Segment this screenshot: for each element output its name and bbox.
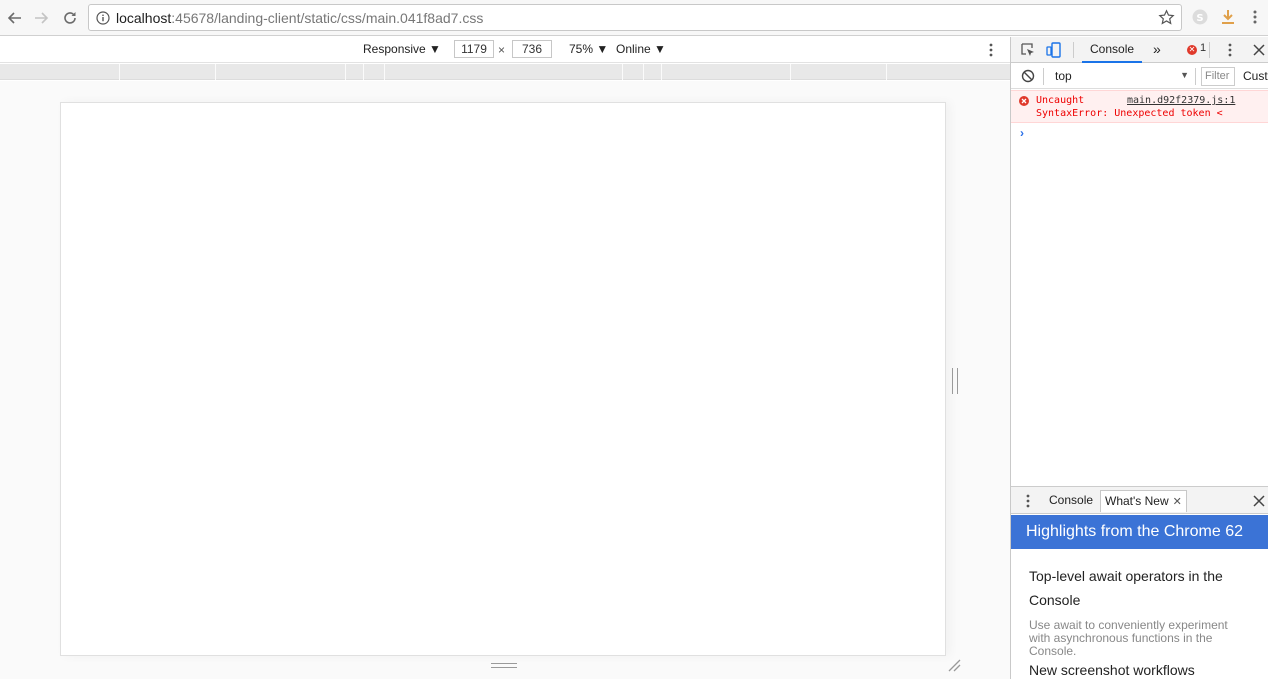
emulated-page[interactable] [60, 102, 946, 656]
context-label: top [1055, 69, 1072, 83]
back-button[interactable] [4, 7, 26, 29]
device-toggle-icon[interactable] [1046, 42, 1062, 58]
drawer-tab-console[interactable]: Console [1045, 490, 1097, 512]
url-host: localhost [116, 10, 172, 26]
info-icon[interactable] [96, 11, 110, 25]
clear-console-icon[interactable] [1021, 69, 1035, 83]
throttle-label: Online [616, 42, 651, 56]
devtools-tabbar: Console » ✕ 1 [1011, 37, 1268, 63]
drawer-menu-icon[interactable] [1024, 493, 1032, 509]
whats-new-banner: Highlights from the Chrome 62 [1011, 515, 1268, 549]
forward-arrow-icon [35, 12, 49, 24]
throttle-dropdown[interactable]: Online ▼ [616, 42, 666, 56]
browser-menu-icon[interactable] [1250, 8, 1260, 26]
drawer-tab-whats-new[interactable]: What's New ✕ [1100, 490, 1187, 512]
url-path: :45678/landing-client/static/css/main.04… [171, 10, 484, 26]
error-text-line1: Uncaught [1036, 95, 1085, 106]
zoom-dropdown[interactable]: 75% ▼ [569, 42, 608, 56]
forward-button[interactable] [30, 7, 52, 29]
zoom-label: 75% [569, 42, 594, 56]
console-filter-input[interactable]: Filter [1201, 67, 1235, 86]
error-count: 1 [1200, 42, 1207, 54]
error-source-link[interactable]: main.d92f2379.js:1 [1127, 95, 1235, 106]
address-bar[interactable]: localhost:45678/landing-client/static/cs… [88, 4, 1182, 31]
close-tab-icon[interactable]: ✕ [1173, 496, 1182, 508]
bookmark-star-icon[interactable] [1158, 9, 1175, 26]
console-prompt[interactable]: › [1020, 126, 1024, 140]
device-mode-label: Responsive [363, 42, 426, 56]
execution-context-select[interactable]: top ▼ [1049, 67, 1189, 86]
device-toolbar: Responsive ▼ 1179 × 736 75% ▼ Online ▼ [0, 37, 1010, 63]
feature-description: Use await to conveniently experiment wit… [1029, 618, 1228, 658]
viewport-height-input[interactable]: 736 [512, 40, 552, 58]
browser-toolbar: localhost:45678/landing-client/static/cs… [0, 0, 1268, 36]
download-icon[interactable] [1219, 8, 1237, 26]
emulated-viewport-area [0, 81, 1010, 679]
error-text-line2: SyntaxError: Unexpected token < [1036, 108, 1223, 119]
dropdown-arrow-icon: ▼ [1180, 70, 1189, 80]
console-toolbar: top ▼ Filter Cust [1011, 64, 1268, 89]
drawer-tabbar: Console What's New ✕ [1011, 486, 1268, 514]
drawer-tab-whats-new-label: What's New [1105, 494, 1169, 508]
feature-title[interactable]: New screenshot workflows [1029, 658, 1259, 682]
device-toolbar-menu-icon[interactable] [986, 42, 996, 58]
reload-icon [64, 12, 76, 24]
viewport-width-input[interactable]: 1179 [454, 40, 494, 58]
svg-text:S: S [1196, 13, 1203, 24]
feature-title[interactable]: Top-level await operators in the Console [1029, 564, 1259, 612]
url-text[interactable]: localhost:45678/landing-client/static/cs… [116, 10, 483, 26]
error-icon [1019, 96, 1029, 106]
log-levels-dropdown[interactable]: Cust [1243, 69, 1268, 83]
devtools-menu-icon[interactable] [1226, 42, 1234, 58]
back-arrow-icon [7, 12, 21, 24]
dimension-times: × [498, 43, 506, 57]
console-error-message: Uncaught main.d92f2379.js:1 SyntaxError:… [1011, 90, 1268, 123]
inspect-element-icon[interactable] [1020, 42, 1036, 58]
resize-handle-bottom[interactable] [491, 663, 517, 668]
media-query-bar[interactable] [0, 64, 1010, 80]
devtools-panel: Console » ✕ 1 top ▼ Filter Cust Uncaught … [1010, 37, 1268, 679]
skype-extension-icon[interactable]: S [1191, 8, 1209, 26]
resize-corner-icon[interactable] [946, 657, 962, 673]
error-icon: ✕ [1187, 45, 1197, 55]
device-mode-dropdown[interactable]: Responsive ▼ [363, 42, 441, 56]
close-devtools-icon[interactable] [1252, 42, 1266, 58]
error-counter[interactable]: ✕ 1 [1187, 42, 1206, 55]
more-tabs-button[interactable]: » [1145, 37, 1169, 63]
reload-button[interactable] [59, 7, 81, 29]
close-drawer-icon[interactable] [1252, 493, 1266, 509]
whats-new-content: Top-level await operators in the Console… [1011, 549, 1268, 679]
resize-handle-right[interactable] [952, 368, 958, 394]
tab-console[interactable]: Console [1082, 37, 1143, 63]
